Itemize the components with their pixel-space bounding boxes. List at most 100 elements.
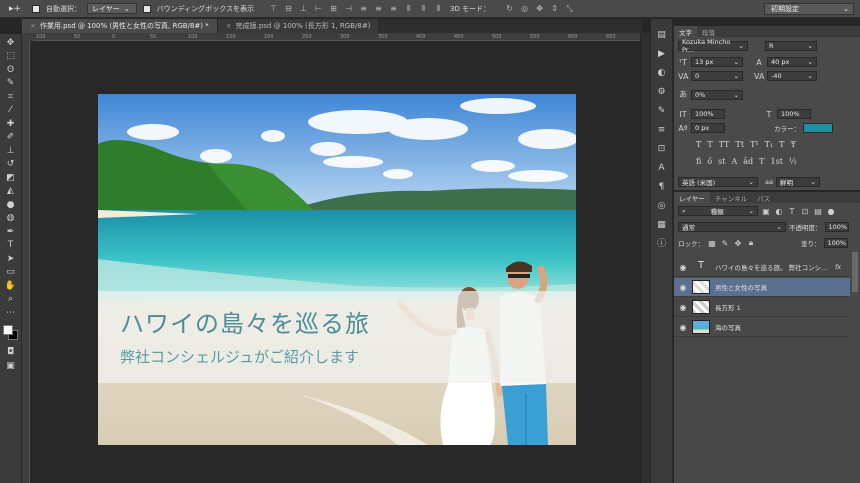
move-tool-preset-icon[interactable]: ▸+ xyxy=(4,2,26,16)
align-top-icon[interactable]: ⊤ xyxy=(268,4,279,14)
antialias-select[interactable]: 鮮明 ⌄ xyxy=(775,177,820,187)
blur-tool-icon[interactable]: ● xyxy=(2,198,20,212)
eraser-tool-icon[interactable]: ◩ xyxy=(2,171,20,185)
rotate-3d-icon[interactable]: ↻ xyxy=(504,4,515,14)
font-family-select[interactable]: Kozuka Mincho Pr... ⌄ xyxy=(678,38,748,54)
lock-position-icon[interactable]: ✥ xyxy=(733,239,743,248)
bounding-box-checkbox[interactable] xyxy=(142,4,151,13)
info-panel-icon[interactable]: ⓘ xyxy=(655,238,669,250)
dodge-tool-icon[interactable]: ◍ xyxy=(2,212,20,226)
fx-icon[interactable]: fx xyxy=(835,263,841,271)
baseline-shift-field[interactable]: 0 px xyxy=(691,123,725,133)
quick-mask-icon[interactable]: ◘ xyxy=(2,346,20,360)
marquee-tool-icon[interactable]: ⬚ xyxy=(2,50,20,64)
small-caps-button[interactable]: Tt xyxy=(736,140,745,149)
distribute-hcenter-icon[interactable]: ⦀ xyxy=(418,4,429,14)
lock-image-icon[interactable]: ✎ xyxy=(720,239,730,248)
blend-mode-select[interactable]: 通常 ⌄ xyxy=(678,222,786,232)
close-icon[interactable]: × xyxy=(30,22,36,30)
paragraph-panel-icon[interactable]: ¶ xyxy=(655,181,669,193)
canvas-vertical-scrollbar[interactable] xyxy=(640,33,650,483)
horizontal-scale-field[interactable]: 100% xyxy=(777,109,811,119)
leading-field[interactable]: 40 px ⌄ xyxy=(767,57,817,67)
ruler-corner[interactable] xyxy=(22,33,34,41)
path-selection-tool-icon[interactable]: ➤ xyxy=(2,252,20,266)
close-icon[interactable]: × xyxy=(226,22,232,30)
layer-row-sea-photo[interactable]: ◉ 海の写真 xyxy=(674,318,850,337)
rectangle-tool-icon[interactable]: ▭ xyxy=(2,266,20,280)
vertical-scale-field[interactable]: 100% xyxy=(691,109,725,119)
drag-3d-icon[interactable]: ✥ xyxy=(534,4,545,14)
auto-select-checkbox[interactable] xyxy=(32,4,40,13)
filter-toggle-icon[interactable]: ● xyxy=(826,207,836,216)
kerning-field[interactable]: 0 ⌄ xyxy=(691,71,743,81)
visibility-eye-icon[interactable]: ◉ xyxy=(674,263,692,272)
align-bottom-icon[interactable]: ⊥ xyxy=(298,4,309,14)
more-tools-icon[interactable]: ⋯ xyxy=(2,306,20,320)
document-tab-final[interactable]: × 完成版.psd @ 100% (長方形 1, RGB/8#) xyxy=(217,19,380,33)
opacity-field[interactable]: 100% xyxy=(824,222,849,232)
distribute-left-icon[interactable]: ⦀ xyxy=(403,4,414,14)
type-tool-icon[interactable]: T xyxy=(2,239,20,253)
align-vcenter-icon[interactable]: ⊟ xyxy=(283,4,294,14)
lasso-tool-icon[interactable]: ʘ xyxy=(2,63,20,77)
filter-pixel-icon[interactable]: ▣ xyxy=(761,207,771,216)
tab-character[interactable]: 文字 xyxy=(674,26,697,37)
lock-transparent-icon[interactable]: ▦ xyxy=(707,239,717,248)
distribute-bottom-icon[interactable]: ≡ xyxy=(388,4,399,14)
align-right-icon[interactable]: ⊣ xyxy=(343,4,354,14)
filter-shape-icon[interactable]: ⊡ xyxy=(800,207,810,216)
tab-layers[interactable]: レイヤー xyxy=(674,192,710,203)
clone-stamp-tool-icon[interactable]: ⊥ xyxy=(2,144,20,158)
crop-tool-icon[interactable]: ⌗ xyxy=(2,90,20,104)
foreground-color[interactable] xyxy=(2,324,13,335)
screen-mode-icon[interactable]: ▣ xyxy=(2,359,20,373)
tab-paragraph[interactable]: 段落 xyxy=(697,26,720,37)
visibility-eye-icon[interactable]: ◉ xyxy=(674,323,692,332)
distribute-vcenter-icon[interactable]: ≡ xyxy=(373,4,384,14)
fractions-button[interactable]: ½ xyxy=(789,157,797,166)
ordinals-button[interactable]: 1st xyxy=(771,157,783,166)
faux-bold-button[interactable]: T xyxy=(696,140,701,149)
strikethrough-button[interactable]: Ŧ xyxy=(791,140,796,149)
color-panel-icon[interactable]: ◐ xyxy=(655,67,669,79)
superscript-button[interactable]: T¹ xyxy=(750,140,759,149)
layer-row-text[interactable]: ◉ T ハワイの島々を巡る旅。 弊社コンシ... fx xyxy=(674,258,850,277)
swash-button[interactable]: A xyxy=(732,157,738,166)
align-left-icon[interactable]: ⊢ xyxy=(313,4,324,14)
tab-paths[interactable]: パス xyxy=(752,192,775,203)
fill-field[interactable]: 100% xyxy=(823,238,848,248)
horizontal-ruler[interactable]: 100 50 0 50 100 150 200 250 300 350 400 450 500 550 60… xyxy=(34,33,640,41)
align-hcenter-icon[interactable]: ⊞ xyxy=(328,4,339,14)
tsume-field[interactable]: 0% ⌄ xyxy=(691,89,743,100)
hand-tool-icon[interactable]: ✋ xyxy=(2,279,20,293)
slide-3d-icon[interactable]: ⇕ xyxy=(549,4,560,14)
visibility-eye-icon[interactable]: ◉ xyxy=(674,303,692,312)
contextual-alternates-button[interactable]: ő xyxy=(707,157,712,166)
history-panel-icon[interactable]: ▤ xyxy=(655,29,669,41)
discretionary-ligature-button[interactable]: st xyxy=(718,157,725,166)
filter-type-icon[interactable]: T xyxy=(787,207,797,216)
language-select[interactable]: 英語 (米国) ⌄ xyxy=(678,177,758,187)
clone-source-icon[interactable]: ⊡ xyxy=(655,143,669,155)
move-tool-icon[interactable]: ✥ xyxy=(2,36,20,50)
font-size-field[interactable]: 13 px ⌄ xyxy=(691,57,743,67)
styles-panel-icon[interactable]: ◎ xyxy=(655,200,669,212)
character-panel-icon[interactable]: A xyxy=(655,162,669,174)
healing-brush-tool-icon[interactable]: ✚ xyxy=(2,117,20,131)
zoom-tool-icon[interactable]: ⌕ xyxy=(2,293,20,307)
document-canvas[interactable]: ハワイの島々を巡る旅 弊社コンシェルジュがご紹介します xyxy=(98,94,576,445)
subscript-button[interactable]: T₁ xyxy=(765,140,774,149)
visibility-eye-icon[interactable]: ◉ xyxy=(674,283,692,292)
filter-smart-object-icon[interactable]: ▤ xyxy=(813,207,823,216)
stylistic-alternates-button[interactable]: ād xyxy=(743,157,753,166)
text-color-swatch[interactable] xyxy=(803,123,833,133)
layer-filter-select[interactable]: ⌕ 種類 ⌄ xyxy=(678,206,758,216)
layers-scrollbar[interactable] xyxy=(852,252,858,292)
swatches-panel-icon[interactable]: ▦ xyxy=(655,219,669,231)
distribute-top-icon[interactable]: ≡ xyxy=(358,4,369,14)
titling-alternates-button[interactable]: T xyxy=(759,157,764,166)
history-brush-tool-icon[interactable]: ↺ xyxy=(2,158,20,172)
tracking-field[interactable]: -40 ⌄ xyxy=(767,71,817,81)
auto-select-dropdown[interactable]: レイヤー ⌄ xyxy=(87,3,137,14)
